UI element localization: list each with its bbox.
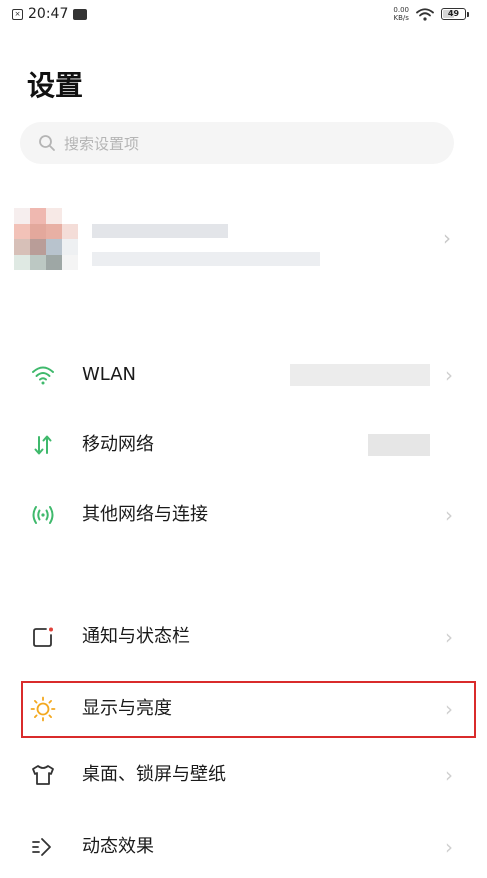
settings-item-notifications[interactable]: 通知与状态栏 › bbox=[0, 606, 487, 668]
other-networks-chevron-icon: › bbox=[445, 503, 453, 527]
other-networks-label: 其他网络与连接 bbox=[82, 504, 208, 525]
page-title: 设置 bbox=[27, 69, 84, 102]
account-subtitle-redacted bbox=[92, 252, 320, 266]
account-row[interactable]: › bbox=[0, 200, 487, 280]
wallpaper-icon bbox=[30, 762, 56, 788]
wlan-chevron-icon: › bbox=[445, 363, 453, 387]
notifications-label: 通知与状态栏 bbox=[82, 626, 190, 647]
wifi-status-icon bbox=[416, 7, 434, 21]
battery-tip bbox=[467, 11, 469, 17]
wifi-icon bbox=[30, 362, 56, 388]
settings-item-mobile-network[interactable]: 移动网络 bbox=[0, 414, 487, 476]
network-connections-icon bbox=[30, 502, 56, 528]
settings-item-wlan[interactable]: WLAN › bbox=[0, 344, 487, 406]
desktop-wallpaper-label: 桌面、锁屏与壁纸 bbox=[82, 764, 226, 785]
highlight-annotation bbox=[21, 681, 476, 738]
battery-level: 49 bbox=[447, 9, 460, 18]
status-left: × 20:47 bbox=[12, 6, 88, 22]
notifications-chevron-icon: › bbox=[445, 625, 453, 649]
desktop-wallpaper-chevron-icon: › bbox=[445, 763, 453, 787]
search-icon bbox=[39, 135, 55, 151]
clock: 20:47 bbox=[28, 6, 69, 22]
settings-item-other-networks[interactable]: 其他网络与连接 › bbox=[0, 484, 487, 546]
search-placeholder: 搜索设置项 bbox=[64, 134, 140, 153]
message-notification-icon bbox=[73, 8, 88, 20]
search-input[interactable]: 搜索设置项 bbox=[20, 122, 454, 164]
notification-icon bbox=[30, 624, 56, 650]
screenshot-notification-icon: × bbox=[12, 8, 23, 20]
account-chevron-icon: › bbox=[443, 226, 451, 250]
motion-effects-icon bbox=[30, 834, 56, 860]
wlan-value-redacted bbox=[290, 364, 430, 386]
status-bar: × 20:47 0.00 KB/s 49 bbox=[0, 0, 487, 28]
mobile-data-icon bbox=[30, 432, 56, 458]
avatar bbox=[14, 208, 78, 270]
settings-item-desktop-wallpaper[interactable]: 桌面、锁屏与壁纸 › bbox=[0, 744, 487, 806]
status-right: 0.00 KB/s 49 bbox=[393, 6, 469, 22]
wlan-label: WLAN bbox=[82, 364, 137, 385]
mobile-network-value-redacted bbox=[368, 434, 430, 456]
network-speed-value: 0.00 bbox=[393, 6, 409, 14]
battery-icon: 49 bbox=[441, 8, 466, 20]
account-name-redacted bbox=[92, 224, 228, 238]
network-speed: 0.00 KB/s bbox=[393, 6, 409, 22]
network-speed-unit: KB/s bbox=[393, 14, 409, 22]
mobile-network-label: 移动网络 bbox=[82, 434, 154, 455]
